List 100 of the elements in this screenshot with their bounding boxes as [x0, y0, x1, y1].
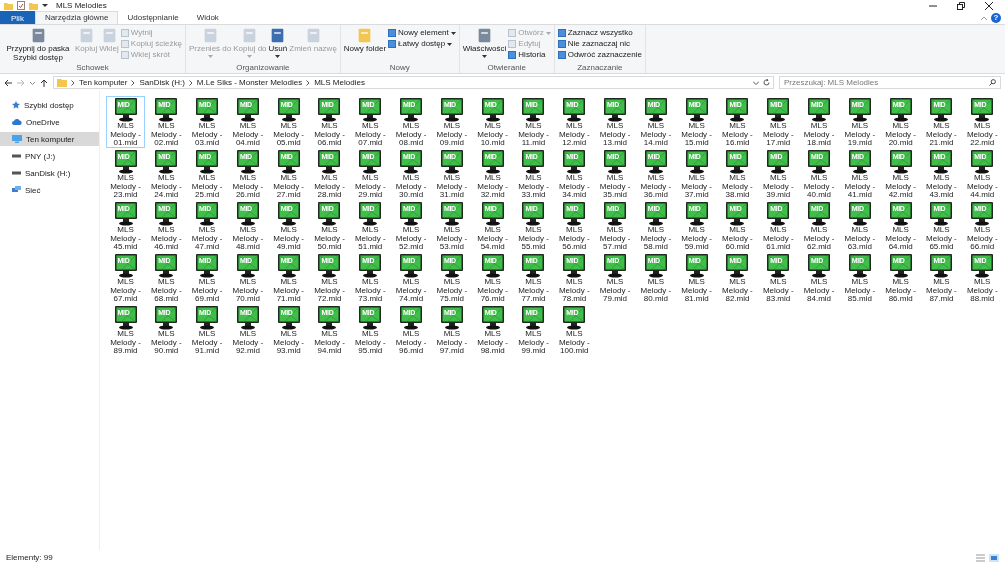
refresh-icon[interactable] — [763, 79, 770, 86]
search-icon — [989, 79, 996, 86]
large-icons-view-icon[interactable] — [989, 553, 999, 562]
address-bar[interactable]: Ten komputer SanDisk (H:) M.Le Siks - Monster Melodies MLS Melodies — [53, 76, 774, 89]
close-icon[interactable] — [985, 1, 993, 10]
monitor-icon — [399, 254, 424, 278]
breadcrumb[interactable]: MLS Melodies — [314, 78, 365, 87]
file-name: MLS Melody - 02.mid — [149, 122, 183, 149]
monitor-icon — [807, 98, 832, 122]
properties-icon[interactable] — [17, 1, 25, 10]
chevron-icon[interactable] — [306, 79, 311, 86]
help-button[interactable]: ? — [991, 12, 1001, 23]
monitor-icon — [317, 98, 342, 122]
tile-icon — [78, 27, 94, 44]
ribbon-tab[interactable]: Narzędzia główne — [34, 11, 119, 24]
file-name: MLS Melody - 96.mid — [394, 330, 428, 357]
up-icon[interactable] — [40, 78, 48, 87]
monitor-icon — [766, 254, 791, 278]
caret-icon[interactable] — [42, 3, 48, 8]
file-name: MLS Melody - 19.mid — [843, 122, 877, 149]
file-name: MLS Melody - 35.mid — [598, 174, 632, 201]
file-name: MLS Melody - 50.mid — [313, 226, 346, 253]
collapse-icon[interactable] — [981, 15, 987, 20]
maximize-icon[interactable] — [957, 1, 965, 10]
ribbon-tab[interactable]: Udostępnianie — [118, 11, 188, 24]
file-name: MLS Melody - 62.mid — [802, 226, 836, 253]
monitor-icon — [643, 150, 668, 174]
file-name: MLS Melody - 17.mid — [761, 122, 795, 149]
ribbon-tab[interactable]: Widok — [187, 11, 228, 24]
chevron-icon[interactable] — [71, 79, 75, 86]
file-name: MLS Melody - 75.mid — [435, 278, 469, 305]
monitor-icon — [235, 150, 260, 174]
file-name: MLS Melody - 98.mid — [476, 330, 509, 357]
file-name: MLS Melody - 97.mid — [435, 330, 469, 357]
status-text: Elementy: 99 — [6, 553, 53, 562]
drive-icon — [12, 171, 21, 175]
nav-item[interactable]: Ten komputer — [0, 132, 99, 146]
monitor-icon — [847, 202, 872, 226]
monitor-icon — [603, 202, 628, 226]
monitor-icon — [358, 150, 383, 174]
ribbon-button[interactable]: Usuń — [268, 27, 288, 63]
ribbon-button[interactable]: Przypnij do paska Szybki dostęp — [3, 27, 73, 63]
chevron-icon[interactable] — [131, 79, 136, 86]
ribbon-button[interactable]: Właściwości — [462, 27, 507, 63]
monitor-icon — [113, 98, 138, 122]
monitor-icon — [358, 98, 383, 122]
file-name: MLS Melody - 14.mid — [639, 122, 673, 149]
ribbon-button[interactable]: Nowy element — [388, 28, 456, 38]
square-icon — [120, 40, 129, 48]
tile-icon — [357, 27, 373, 44]
file-name: MLS Melody - 93.mid — [272, 330, 306, 357]
file-name: MLS Melody - 48.mid — [231, 226, 265, 253]
monitor-icon — [276, 98, 301, 122]
monitor-icon — [358, 202, 383, 226]
file-name: MLS Melody - 91.mid — [190, 330, 224, 357]
file-name: MLS Melody - 73.mid — [353, 278, 387, 305]
ribbon-button[interactable]: Nowy folder — [343, 27, 387, 63]
breadcrumb[interactable]: SanDisk (H:) — [139, 78, 185, 87]
group-label: Schowek — [75, 63, 110, 73]
search-field[interactable]: Przeszukaj: MLS Melodies — [779, 76, 1001, 89]
ribbon-button[interactable]: Zaznacz wszystko — [557, 28, 642, 38]
nav-item[interactable]: PNY (J:) — [0, 149, 99, 163]
chevron-icon[interactable] — [188, 79, 193, 86]
caret-icon — [207, 54, 213, 58]
ribbon-button[interactable]: Łatwy dostęp — [388, 39, 456, 49]
breadcrumb[interactable]: Ten komputer — [79, 78, 128, 87]
nav-item[interactable]: Sieć — [0, 183, 99, 197]
back-icon[interactable] — [4, 78, 12, 87]
window-title: MLS Melodies — [56, 1, 107, 10]
file-name: MLS Melody - 05.mid — [272, 122, 306, 149]
monitor-icon — [195, 150, 220, 174]
file-name: MLS Melody - 45.mid — [109, 226, 142, 253]
monitor-icon — [480, 254, 505, 278]
file-name: MLS Melody - 27.mid — [272, 174, 306, 201]
monitor-icon — [847, 150, 872, 174]
square-icon — [388, 40, 397, 48]
monitor-icon — [725, 202, 750, 226]
nav-item[interactable]: SanDisk (H:) — [0, 166, 99, 180]
file-name: MLS Melody - 34.mid — [557, 174, 591, 201]
square-icon — [557, 51, 566, 59]
file-name: MLS Melody - 85.mid — [843, 278, 877, 305]
file-name: MLS Melody - 13.mid — [598, 122, 632, 149]
file-name: MLS Melody - 24.mid — [149, 174, 183, 201]
file-name: MLS Melody - 100.mid — [557, 330, 591, 357]
monitor-icon — [888, 202, 913, 226]
nav-item[interactable]: Szybki dostęp — [0, 98, 99, 112]
monitor-icon — [807, 150, 832, 174]
file-name: MLS Melody - 21.mid — [925, 122, 958, 149]
ribbon-button[interactable]: Odwróć zaznaczenie — [557, 50, 642, 60]
monitor-icon — [603, 150, 628, 174]
ribbon-button[interactable]: Historia — [508, 50, 551, 60]
square-icon — [508, 29, 517, 37]
monitor-icon — [888, 98, 913, 122]
breadcrumb[interactable]: M.Le Siks - Monster Melodies — [196, 78, 303, 87]
monitor-icon — [643, 254, 668, 278]
monitor-icon — [317, 150, 342, 174]
file-name: MLS Melody - 26.mid — [231, 174, 265, 201]
nav-item[interactable]: OneDrive — [0, 115, 99, 129]
ribbon-tab[interactable]: Plik — [0, 11, 35, 24]
ribbon-button[interactable]: Nie zaznaczaj nic — [557, 39, 642, 49]
